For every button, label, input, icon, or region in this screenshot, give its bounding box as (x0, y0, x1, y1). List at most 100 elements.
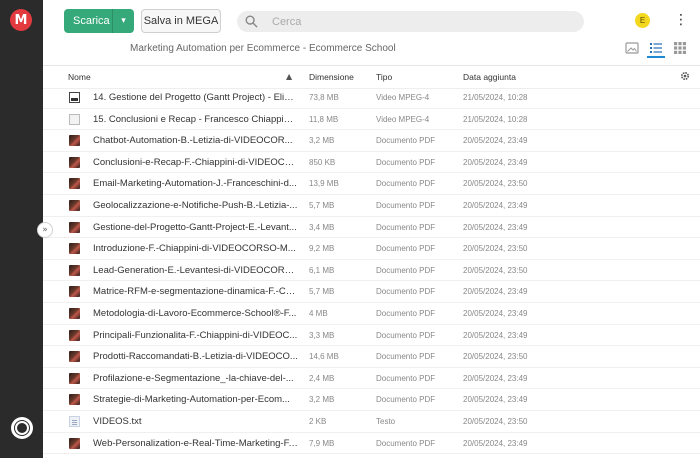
file-name: Metodologia-di-Lavoro-Ecommerce-School®-… (93, 307, 297, 319)
file-type: Documento PDF (376, 395, 436, 405)
file-name: Lead-Generation-E.-Levantesi-di-VIDEOCOR… (93, 264, 298, 276)
table-row[interactable]: VIDEOS.txt 2 KB Testo 20/05/2024, 23:50 (43, 411, 700, 433)
file-date: 20/05/2024, 23:49 (463, 330, 528, 340)
file-type: Documento PDF (376, 330, 436, 340)
file-size: 73,8 MB (309, 93, 339, 102)
file-date: 20/05/2024, 23:49 (463, 308, 528, 318)
table-row[interactable]: Chatbot-Automation-B.-Letizia-di-VIDEOCO… (43, 130, 700, 152)
pdf-thumbnail-icon (69, 243, 80, 255)
search-input[interactable] (272, 15, 572, 28)
file-type: Documento PDF (376, 244, 436, 254)
expand-sidebar-button[interactable]: » (37, 222, 53, 238)
file-date: 20/05/2024, 23:49 (463, 287, 528, 297)
column-date-header[interactable]: Data aggiunta (463, 72, 516, 82)
pdf-thumbnail-icon (69, 156, 80, 168)
table-row[interactable]: Web-Personalization-e-Real-Time-Marketin… (43, 433, 700, 455)
grid-view-icon[interactable] (673, 41, 687, 55)
download-options-chevron-icon[interactable]: ▾ (113, 16, 134, 26)
table-row[interactable]: Conclusioni-e-Recap-F.-Chiappini-di-VIDE… (43, 152, 700, 174)
pdf-thumbnail-icon (69, 135, 80, 147)
breadcrumb: Marketing Automation per Ecommerce - Eco… (130, 43, 396, 54)
column-size-header[interactable]: Dimensione (309, 72, 354, 82)
file-date: 20/05/2024, 23:50 (463, 265, 528, 275)
video-thumbnail-icon (69, 113, 80, 125)
file-size: 6,1 MB (309, 265, 335, 275)
sort-ascending-icon[interactable]: ▲ (286, 72, 292, 81)
table-row[interactable]: Gestione-del-Progetto-Gantt-Project-E.-L… (43, 217, 700, 239)
table-row[interactable]: Strategie-di-Marketing-Automation-per-Ec… (43, 389, 700, 411)
file-name: Conclusioni-e-Recap-F.-Chiappini-di-VIDE… (93, 156, 298, 168)
table-row[interactable]: Principali-Funzionalita-F.-Chiappini-di-… (43, 325, 700, 347)
save-to-mega-button[interactable]: Salva in MEGA (141, 9, 221, 33)
file-date: 21/05/2024, 10:28 (463, 114, 528, 124)
gear-icon[interactable] (679, 70, 691, 82)
file-type: Documento PDF (376, 265, 436, 275)
file-type: Documento PDF (376, 179, 436, 189)
file-type: Documento PDF (376, 136, 436, 146)
table-row[interactable]: Geolocalizzazione-e-Notifiche-Push-B.-Le… (43, 195, 700, 217)
mega-folder-view: M » Scarica ▾ Salva in MEGA E ⋮ Marketin… (0, 0, 700, 458)
file-type: Documento PDF (376, 373, 436, 383)
file-date: 20/05/2024, 23:50 (463, 352, 528, 362)
file-name: Web-Personalization-e-Real-Time-Marketin… (93, 437, 298, 449)
file-date: 20/05/2024, 23:49 (463, 395, 528, 405)
file-name: Gestione-del-Progetto-Gantt-Project-E.-L… (93, 221, 297, 233)
more-options-icon[interactable]: ⋮ (674, 13, 688, 29)
table-row[interactable]: Profilazione-e-Segmentazione_-la-chiave-… (43, 368, 700, 390)
pdf-thumbnail-icon (69, 286, 80, 298)
file-size: 2,4 MB (309, 373, 335, 383)
list-view-icon[interactable] (649, 41, 663, 55)
file-type: Documento PDF (376, 157, 436, 167)
table-row[interactable]: Lead-Generation-E.-Levantesi-di-VIDEOCOR… (43, 260, 700, 282)
pdf-thumbnail-icon (69, 264, 80, 276)
file-date: 20/05/2024, 23:50 (463, 244, 528, 254)
table-row[interactable]: Introduzione-F.-Chiappini-di-VIDEOCORSO-… (43, 238, 700, 260)
table-row[interactable]: Prodotti-Raccomandati-B.-Letizia-di-VIDE… (43, 346, 700, 368)
file-size: 9,2 MB (309, 244, 335, 254)
pdf-thumbnail-icon (69, 351, 80, 363)
file-date: 20/05/2024, 23:50 (463, 416, 528, 426)
search-bar[interactable] (237, 11, 584, 32)
file-size: 3,4 MB (309, 222, 335, 232)
file-name: Introduzione-F.-Chiappini-di-VIDEOCORSO-… (93, 243, 296, 255)
table-row[interactable]: Matrice-RFM-e-segmentazione-dinamica-F.-… (43, 281, 700, 303)
table-header: Nome ▲ Dimensione Tipo Data aggiunta (43, 66, 700, 88)
file-date: 20/05/2024, 23:49 (463, 200, 528, 210)
file-size: 11,8 MB (309, 114, 339, 124)
column-type-header[interactable]: Tipo (376, 72, 392, 82)
active-view-indicator (647, 56, 665, 58)
file-date: 20/05/2024, 23:49 (463, 438, 528, 448)
pdf-thumbnail-icon (69, 437, 80, 449)
table-row[interactable]: 14. Gestione del Progetto (Gantt Project… (43, 87, 700, 109)
file-type: Video MPEG-4 (376, 93, 430, 102)
table-row[interactable]: 15. Conclusioni e Recap - Francesco Chia… (43, 109, 700, 131)
account-status-icon[interactable] (11, 417, 33, 439)
file-type: Documento PDF (376, 438, 436, 448)
file-name: Chatbot-Automation-B.-Letizia-di-VIDEOCO… (93, 135, 293, 147)
table-row[interactable]: Email-Marketing-Automation-J.-Franceschi… (43, 173, 700, 195)
download-label: Scarica (73, 15, 110, 27)
search-icon (245, 15, 258, 28)
file-size: 13,9 MB (309, 179, 339, 189)
download-button[interactable]: Scarica ▾ (64, 9, 134, 33)
file-name: Email-Marketing-Automation-J.-Franceschi… (93, 178, 297, 190)
file-size: 4 MB (309, 308, 328, 318)
file-date: 20/05/2024, 23:49 (463, 136, 528, 146)
file-size: 5,7 MB (309, 200, 335, 210)
thumbnail-view-icon[interactable] (625, 41, 639, 55)
mega-logo[interactable]: M (10, 9, 32, 31)
table-row[interactable]: Metodologia-di-Lavoro-Ecommerce-School®-… (43, 303, 700, 325)
pdf-thumbnail-icon (69, 199, 80, 211)
column-name-header[interactable]: Nome (68, 72, 91, 82)
pdf-thumbnail-icon (69, 372, 80, 384)
file-name: Principali-Funzionalita-F.-Chiappini-di-… (93, 329, 298, 341)
file-type: Documento PDF (376, 200, 436, 210)
pdf-thumbnail-icon (69, 394, 80, 406)
file-size: 3,3 MB (309, 330, 335, 340)
pdf-thumbnail-icon (69, 221, 80, 233)
avatar[interactable]: E (635, 13, 650, 28)
file-type: Documento PDF (376, 308, 436, 318)
file-name: Prodotti-Raccomandati-B.-Letizia-di-VIDE… (93, 351, 298, 363)
file-date: 21/05/2024, 10:28 (463, 93, 528, 102)
pdf-thumbnail-icon (69, 329, 80, 341)
